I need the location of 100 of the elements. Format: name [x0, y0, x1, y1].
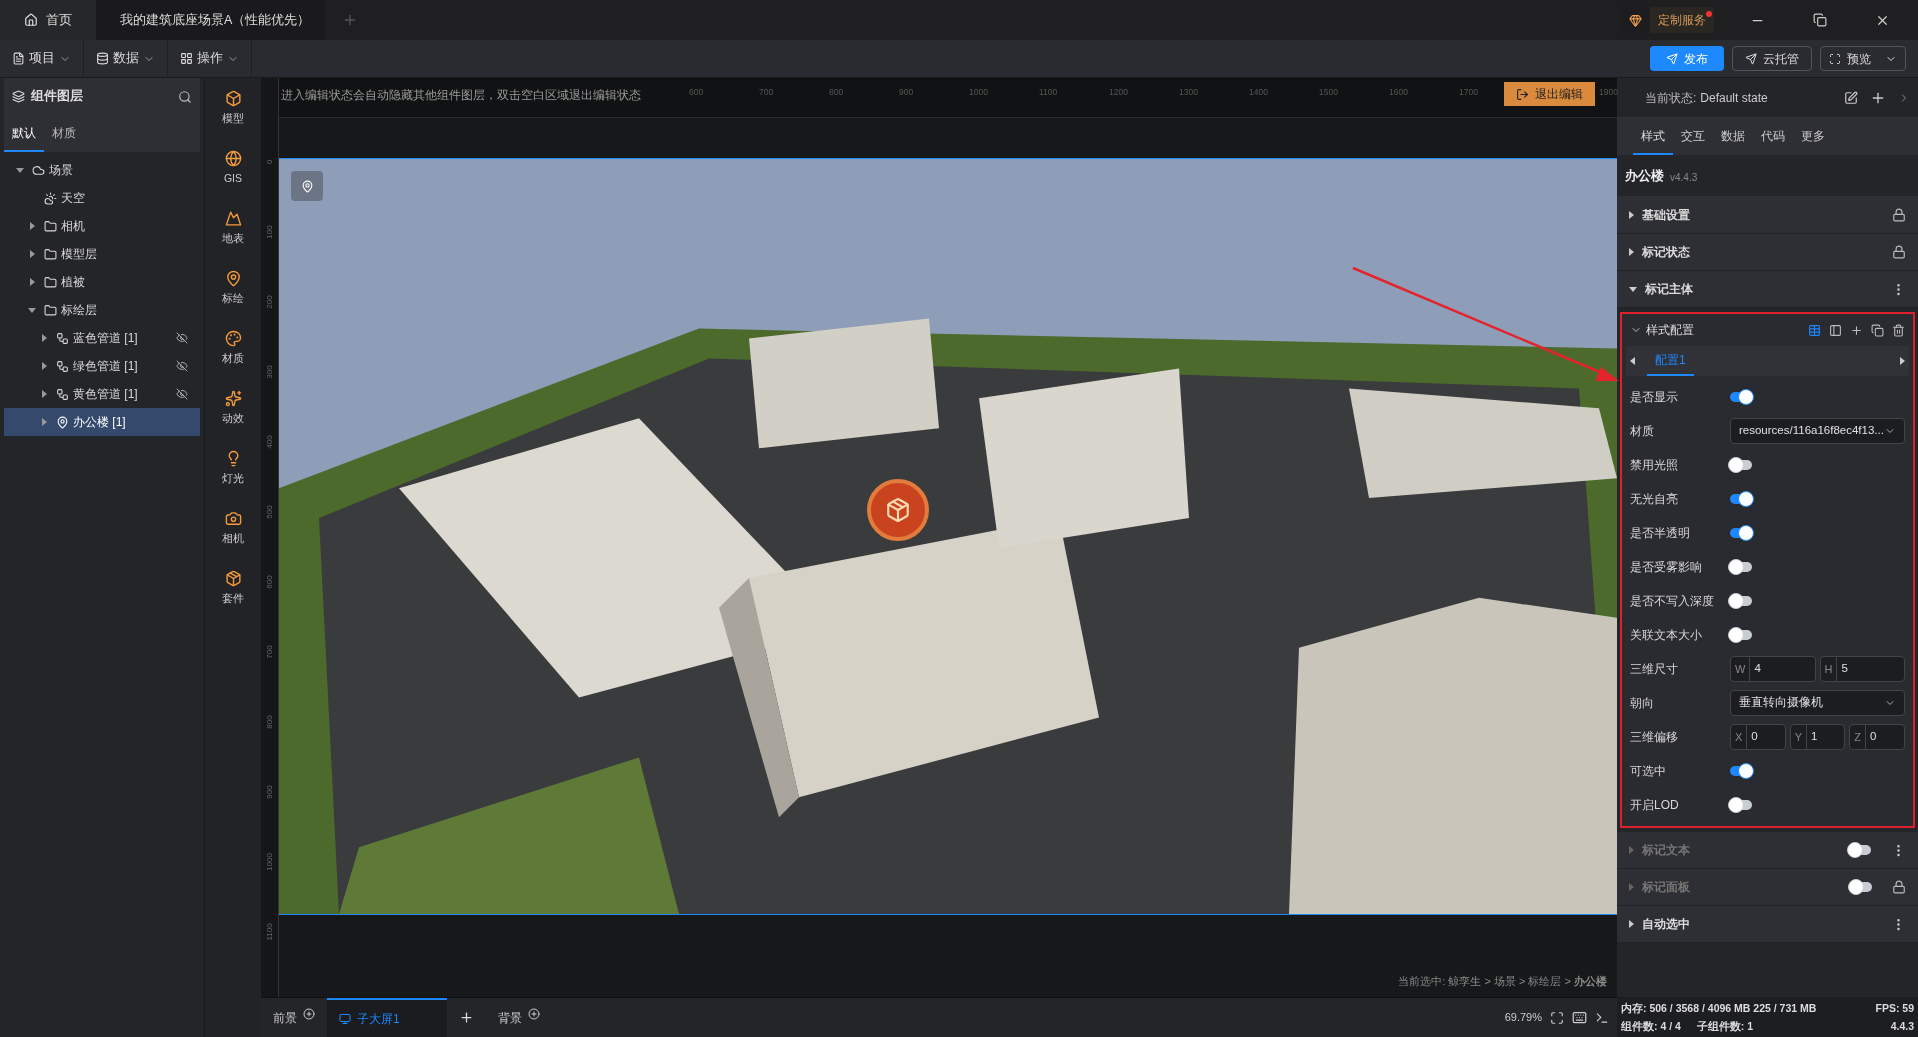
- field-label: 是否不写入深度: [1630, 593, 1715, 610]
- tree-item-label: 办公楼 [1]: [73, 414, 126, 431]
- tree-item[interactable]: 模型层: [4, 240, 200, 268]
- toolbox-item[interactable]: 动效: [205, 386, 261, 446]
- properties-tab[interactable]: 数据: [1713, 118, 1753, 155]
- restore-icon[interactable]: [1813, 13, 1827, 27]
- toggle-switch[interactable]: [1730, 766, 1752, 776]
- add-screen-icon[interactable]: [459, 1010, 474, 1025]
- tree-item-label: 标绘层: [61, 302, 97, 319]
- tree-item[interactable]: 办公楼 [1]: [4, 408, 200, 436]
- toggle-switch[interactable]: [1730, 528, 1752, 538]
- tree-item[interactable]: 场景: [4, 156, 200, 184]
- hidden-eye-icon[interactable]: [176, 332, 188, 344]
- add-circle-icon[interactable]: [528, 1007, 540, 1020]
- section-header[interactable]: 标记主体: [1617, 271, 1918, 308]
- document-tab[interactable]: 我的建筑底座场景A（性能优先）: [96, 0, 326, 40]
- toggle-switch[interactable]: [1730, 800, 1752, 810]
- sparkle-icon: [224, 390, 242, 407]
- section-header[interactable]: 标记状态: [1617, 234, 1918, 271]
- panel-layout-icon[interactable]: [1829, 323, 1842, 337]
- exit-edit-button[interactable]: 退出编辑: [1504, 82, 1595, 106]
- lock-icon[interactable]: [1892, 245, 1906, 259]
- map-pin-icon: [224, 270, 242, 287]
- toolbox-item[interactable]: 地表: [205, 206, 261, 266]
- toggle-switch[interactable]: [1730, 392, 1752, 402]
- toggle-switch[interactable]: [1730, 494, 1752, 504]
- grid-icon: [180, 52, 193, 65]
- copy-icon[interactable]: [1871, 323, 1884, 337]
- add-icon[interactable]: [1850, 323, 1863, 337]
- terminal-icon[interactable]: [1595, 1010, 1609, 1025]
- toggle-switch[interactable]: [1730, 596, 1752, 606]
- caret-icon: [29, 250, 35, 258]
- tree-item[interactable]: 植被: [4, 268, 200, 296]
- ruler-label: 0: [264, 158, 275, 167]
- search-icon[interactable]: [178, 89, 192, 104]
- menu-button[interactable]: 项目: [0, 40, 84, 77]
- toggle-switch[interactable]: [1730, 562, 1752, 572]
- properties-tab[interactable]: 样式: [1633, 118, 1673, 155]
- document-tab[interactable]: 首页: [0, 0, 96, 40]
- number-field[interactable]: Y 1: [1789, 724, 1846, 750]
- add-circle-icon[interactable]: [303, 1007, 315, 1020]
- toolbox-item[interactable]: 模型: [205, 86, 261, 146]
- config-tab[interactable]: 配置1: [1647, 346, 1694, 376]
- properties-tab[interactable]: 更多: [1793, 118, 1833, 155]
- toolbox-item[interactable]: 相机: [205, 506, 261, 566]
- screen-tab[interactable]: 背景: [486, 998, 552, 1037]
- select-field[interactable]: 垂直转向摄像机: [1730, 690, 1905, 716]
- tree-item[interactable]: 相机: [4, 212, 200, 240]
- section-header[interactable]: 基础设置: [1617, 197, 1918, 234]
- select-field[interactable]: resources/116a16f8ec4f13...: [1730, 418, 1905, 444]
- tree-item[interactable]: 绿色管道 [1]: [4, 352, 200, 380]
- tree-item[interactable]: 蓝色管道 [1]: [4, 324, 200, 352]
- screen-tab[interactable]: 前景: [261, 998, 327, 1037]
- hidden-eye-icon[interactable]: [176, 360, 188, 372]
- delete-icon[interactable]: [1892, 323, 1905, 337]
- number-field[interactable]: Z 0: [1849, 724, 1905, 750]
- cloud-host-button[interactable]: 云托管: [1732, 46, 1812, 71]
- toolbox-item[interactable]: 标绘: [205, 266, 261, 326]
- caret-right-icon[interactable]: [1900, 357, 1905, 365]
- component-count: 组件数: 4 / 4: [1621, 1019, 1681, 1034]
- tree-item-label: 蓝色管道 [1]: [73, 330, 138, 347]
- edit-icon[interactable]: [1844, 90, 1858, 105]
- globe-icon: [224, 150, 242, 167]
- location-button[interactable]: [291, 171, 323, 201]
- section-header[interactable]: 自动选中: [1617, 906, 1918, 943]
- ruler-label: 1500: [1319, 86, 1338, 99]
- toolbox-item[interactable]: 灯光: [205, 446, 261, 506]
- toggle-switch[interactable]: [1730, 460, 1752, 470]
- caret-left-icon[interactable]: [1630, 357, 1635, 365]
- number-field[interactable]: W 4: [1730, 656, 1816, 682]
- toolbox-item[interactable]: 套件: [205, 566, 261, 626]
- table-layout-icon[interactable]: [1808, 323, 1821, 337]
- properties-tab[interactable]: 交互: [1673, 118, 1713, 155]
- state-value: Default state: [1700, 89, 1768, 107]
- tree-item-label: 黄色管道 [1]: [73, 386, 138, 403]
- fit-screen-icon[interactable]: [1550, 1010, 1564, 1025]
- gem-icon: [1629, 13, 1642, 27]
- hidden-eye-icon[interactable]: [176, 388, 188, 400]
- screen-tab[interactable]: 子大屏1: [327, 998, 447, 1037]
- folder-icon: [44, 303, 57, 317]
- tree-item[interactable]: 天空: [4, 184, 200, 212]
- panel-tab[interactable]: 材质: [44, 115, 84, 152]
- custom-service-button[interactable]: 定制服务: [1621, 7, 1714, 33]
- preview-button[interactable]: 预览: [1820, 46, 1906, 71]
- panel-tab[interactable]: 默认: [4, 115, 44, 152]
- menu-button[interactable]: 数据: [84, 40, 168, 77]
- tree-item[interactable]: 标绘层: [4, 296, 200, 324]
- toolbox-item[interactable]: 材质: [205, 326, 261, 386]
- panel-title: 组件图层: [31, 88, 83, 106]
- properties-tab[interactable]: 代码: [1753, 118, 1793, 155]
- keyboard-icon[interactable]: [1572, 1010, 1587, 1025]
- number-field[interactable]: X 0: [1730, 724, 1786, 750]
- caret-icon: [1629, 920, 1634, 928]
- lock-icon[interactable]: [1892, 208, 1906, 222]
- toggle-switch[interactable]: [1730, 630, 1752, 640]
- number-field[interactable]: H 5: [1819, 656, 1905, 682]
- ruler-label: 400: [264, 434, 275, 451]
- toolbox-item[interactable]: GIS: [205, 146, 261, 206]
- menu-button[interactable]: 操作: [168, 40, 252, 77]
- tree-item[interactable]: 黄色管道 [1]: [4, 380, 200, 408]
